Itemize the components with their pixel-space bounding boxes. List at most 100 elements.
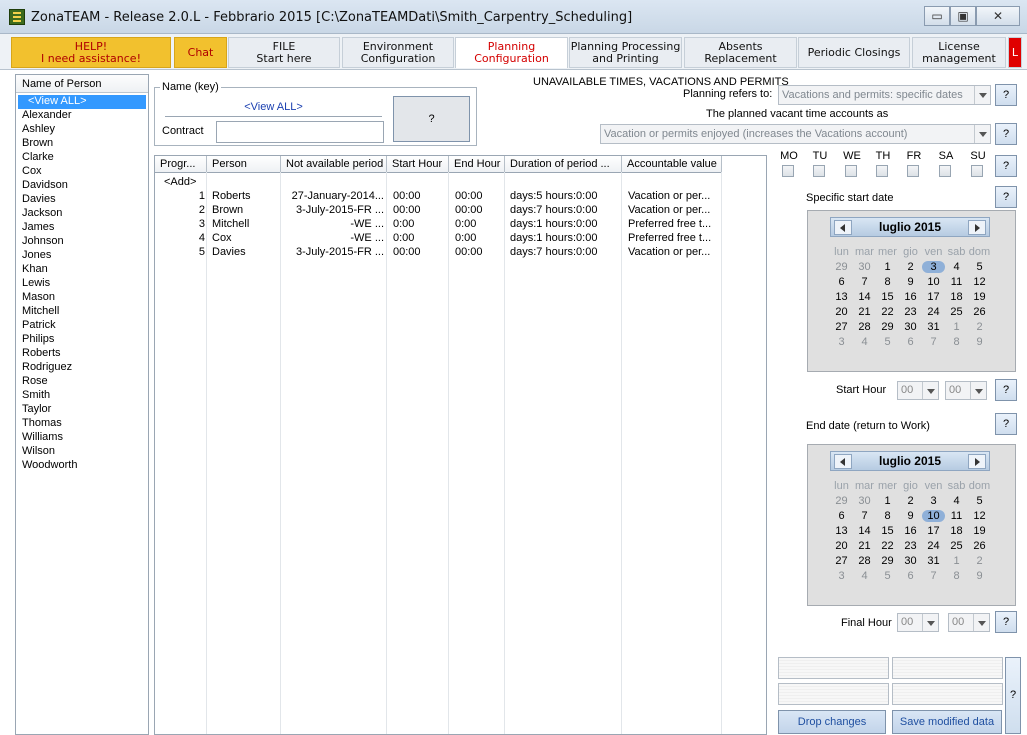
calendar-day[interactable]: 29 bbox=[830, 261, 853, 273]
person-item[interactable]: Rodriguez bbox=[22, 361, 72, 375]
calendar-day[interactable]: 1 bbox=[876, 495, 899, 507]
tab-absents-replacement[interactable]: Absents Replacement bbox=[684, 37, 797, 68]
maximize-button[interactable]: ▣ bbox=[950, 6, 976, 26]
calendar-day[interactable]: 18 bbox=[945, 291, 968, 303]
column-header-accountable-value[interactable]: Accountable value bbox=[622, 156, 722, 173]
weekday-checkbox[interactable] bbox=[845, 165, 857, 177]
person-item[interactable]: James bbox=[22, 221, 54, 235]
person-item[interactable]: Mason bbox=[22, 291, 55, 305]
calendar-day[interactable]: 5 bbox=[968, 261, 991, 273]
calendar-day[interactable]: 8 bbox=[876, 276, 899, 288]
calendar-day[interactable]: 30 bbox=[899, 321, 922, 333]
person-item[interactable]: Ashley bbox=[22, 123, 55, 137]
next-month-icon[interactable] bbox=[968, 454, 986, 469]
calendar-day[interactable]: 7 bbox=[922, 336, 945, 348]
calendar-day[interactable]: 13 bbox=[830, 525, 853, 537]
minimize-button[interactable]: ▭ bbox=[924, 6, 950, 26]
calendar-day[interactable]: 20 bbox=[830, 306, 853, 318]
next-month-icon[interactable] bbox=[968, 220, 986, 235]
unavailability-grid[interactable]: Progr... Person Not available period Sta… bbox=[154, 155, 767, 735]
calendar-day[interactable]: 10 bbox=[922, 276, 945, 288]
calendar-day[interactable]: 25 bbox=[945, 540, 968, 552]
calendar-day[interactable]: 1 bbox=[945, 321, 968, 333]
tab-help[interactable]: HELP! I need assistance! bbox=[11, 37, 171, 68]
tab-environment-configuration[interactable]: Environment Configuration bbox=[342, 37, 454, 68]
person-list-header[interactable]: Name of Person bbox=[16, 75, 148, 93]
calendar-day[interactable]: 19 bbox=[968, 525, 991, 537]
person-item[interactable]: Jones bbox=[22, 249, 51, 263]
start-hour-hh-select[interactable]: 00 bbox=[897, 381, 939, 400]
person-item[interactable]: Cox bbox=[22, 165, 42, 179]
calendar-day[interactable]: 22 bbox=[876, 540, 899, 552]
calendar-day[interactable]: 18 bbox=[945, 525, 968, 537]
start-hour-mm-select[interactable]: 00 bbox=[945, 381, 987, 400]
start-hour-help-button[interactable]: ? bbox=[995, 379, 1017, 401]
calendar-day[interactable]: 9 bbox=[968, 336, 991, 348]
calendar-day[interactable]: 30 bbox=[853, 495, 876, 507]
person-item[interactable]: Smith bbox=[22, 389, 50, 403]
person-list[interactable]: Name of Person <View ALL> Alexander Ashley… bbox=[15, 74, 149, 735]
person-item[interactable]: Rose bbox=[22, 375, 48, 389]
name-help-button[interactable]: ? bbox=[393, 96, 470, 142]
calendar-day[interactable]: 7 bbox=[853, 276, 876, 288]
calendar-day[interactable]: 27 bbox=[830, 321, 853, 333]
close-button[interactable]: ✕ bbox=[976, 6, 1020, 26]
tab-file[interactable]: FILE Start here bbox=[228, 37, 340, 68]
calendar-day[interactable]: 26 bbox=[968, 540, 991, 552]
calendar-day[interactable]: 15 bbox=[876, 291, 899, 303]
person-item[interactable]: Woodworth bbox=[22, 459, 77, 473]
save-modified-data-button[interactable]: Save modified data bbox=[892, 710, 1002, 734]
person-item[interactable]: Khan bbox=[22, 263, 48, 277]
calendar-day[interactable]: 6 bbox=[899, 570, 922, 582]
calendar-day[interactable]: 11 bbox=[945, 276, 968, 288]
calendar-day[interactable]: 30 bbox=[899, 555, 922, 567]
actions-help-button[interactable]: ? bbox=[1005, 657, 1021, 734]
calendar-day[interactable]: 8 bbox=[945, 336, 968, 348]
end-date-calendar[interactable]: luglio 2015 lun mar mer gio ven sab dom 29 30 1 2 3… bbox=[807, 444, 1016, 606]
accounts-select[interactable]: Vacation or permits enjoyed (increases t… bbox=[600, 124, 991, 144]
calendar-day[interactable]: 21 bbox=[853, 306, 876, 318]
drop-changes-button[interactable]: Drop changes bbox=[778, 710, 886, 734]
person-item[interactable]: Alexander bbox=[22, 109, 72, 123]
calendar-day[interactable]: 30 bbox=[853, 261, 876, 273]
calendar-day[interactable]: 29 bbox=[876, 555, 899, 567]
calendar-day[interactable]: 3 bbox=[922, 261, 945, 273]
calendar-day[interactable]: 2 bbox=[968, 321, 991, 333]
calendar-day[interactable]: 7 bbox=[922, 570, 945, 582]
calendar-day[interactable]: 29 bbox=[830, 495, 853, 507]
calendar-day[interactable]: 12 bbox=[968, 510, 991, 522]
calendar-day[interactable]: 6 bbox=[899, 336, 922, 348]
calendar-day[interactable]: 4 bbox=[945, 495, 968, 507]
calendar-day[interactable]: 9 bbox=[899, 276, 922, 288]
person-item[interactable]: Mitchell bbox=[22, 305, 59, 319]
calendar-day[interactable]: 4 bbox=[945, 261, 968, 273]
person-item[interactable]: Clarke bbox=[22, 151, 54, 165]
calendar-day[interactable]: 6 bbox=[830, 276, 853, 288]
calendar-day[interactable]: 8 bbox=[876, 510, 899, 522]
person-item[interactable]: Davies bbox=[22, 193, 56, 207]
person-item[interactable]: Brown bbox=[22, 137, 53, 151]
calendar-day[interactable]: 2 bbox=[968, 555, 991, 567]
calendar-day[interactable]: 23 bbox=[899, 306, 922, 318]
calendar-day[interactable]: 6 bbox=[830, 510, 853, 522]
calendar-day[interactable]: 17 bbox=[922, 525, 945, 537]
weekday-checkbox[interactable] bbox=[971, 165, 983, 177]
tab-chat[interactable]: Chat bbox=[174, 37, 227, 68]
calendar-day[interactable]: 2 bbox=[899, 261, 922, 273]
calendar-day[interactable]: 3 bbox=[830, 336, 853, 348]
calendar-day[interactable]: 31 bbox=[922, 555, 945, 567]
calendar-day[interactable]: 27 bbox=[830, 555, 853, 567]
calendar-day[interactable]: 23 bbox=[899, 540, 922, 552]
calendar-day[interactable]: 20 bbox=[830, 540, 853, 552]
calendar-day[interactable]: 29 bbox=[876, 321, 899, 333]
column-header-progr[interactable]: Progr... bbox=[155, 156, 207, 173]
weekday-checkbox[interactable] bbox=[813, 165, 825, 177]
calendar-day[interactable]: 24 bbox=[922, 540, 945, 552]
weekdays-help-button[interactable]: ? bbox=[995, 155, 1017, 177]
person-item[interactable]: Jackson bbox=[22, 207, 62, 221]
column-header-duration[interactable]: Duration of period ... bbox=[505, 156, 622, 173]
calendar-day[interactable]: 11 bbox=[945, 510, 968, 522]
calendar-day[interactable]: 15 bbox=[876, 525, 899, 537]
person-item-view-all[interactable]: <View ALL> bbox=[18, 95, 146, 109]
weekday-checkbox[interactable] bbox=[939, 165, 951, 177]
